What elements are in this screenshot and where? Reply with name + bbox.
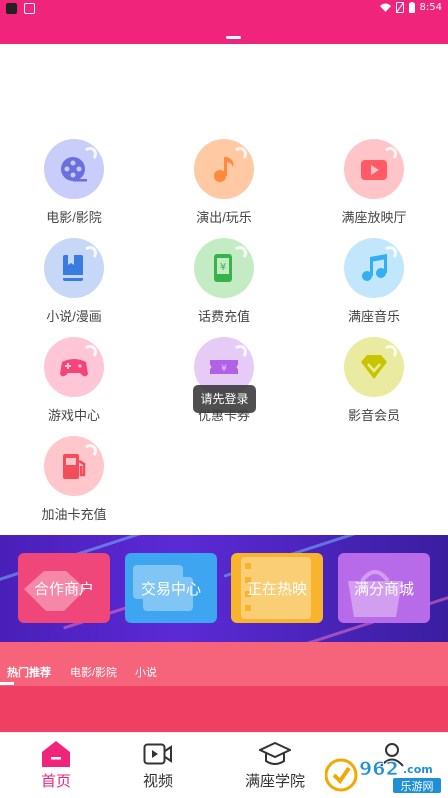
nav-label: 首页 [40,773,71,790]
category-label: 游戏中心 [47,408,100,423]
home-icon [42,741,70,767]
svg-text:.com: .com [403,763,433,776]
film-reel-icon [44,139,104,199]
video-icon [143,743,172,765]
tab-novel[interactable]: 小说 [135,664,157,680]
book-icon [44,238,104,298]
trading-center-tile[interactable]: 交易中心 [125,553,217,623]
nav-academy[interactable]: 满座学院 [219,738,331,791]
now-showing-tile[interactable]: 正在热映 [231,553,323,623]
category-item-novel[interactable]: 小说/漫画 [14,238,134,325]
active-tab-indicator [0,682,14,685]
category-item-screening-hall[interactable]: 满座放映厅 [314,139,434,226]
status-bar: 8:54 [0,0,448,17]
category-label: 加油卡充值 [41,507,107,522]
notification-icon [24,3,35,14]
content-tabs: 热门推荐 电影/影院 小说 [0,642,448,686]
tile-label: 交易中心 [140,580,201,598]
wifi-icon [379,3,391,12]
merchant-partner-tile[interactable]: 合作商户 [18,553,110,623]
points-mall-tile[interactable]: 满分商城 [338,553,430,623]
graduation-cap-icon [259,741,291,765]
music-note-icon [194,139,254,199]
site-watermark-logo: 962 .com 乐游网 [325,758,441,793]
battery-icon [408,2,415,13]
no-sim-icon [395,2,404,13]
category-label: 影音会员 [347,408,400,423]
watermark-subtext: 乐游网 [401,780,434,793]
category-item-av-member[interactable]: 影音会员 [314,337,434,424]
category-label: 小说/漫画 [46,309,102,324]
tile-label: 满分商城 [353,580,414,598]
tile-label: 合作商户 [33,580,94,598]
tile-label: 正在热映 [246,580,307,598]
nav-label: 视频 [142,773,173,790]
login-toast: 请先登录 [193,385,256,413]
status-time: 8:54 [419,2,442,13]
category-label: 电影/影院 [46,210,102,225]
category-item-games[interactable]: 游戏中心 [14,337,134,424]
category-item-fuel-card[interactable]: 加油卡充值 [14,436,134,523]
svg-text:¥: ¥ [220,262,226,273]
tab-hot-recommend[interactable]: 热门推荐 [7,664,51,680]
nav-label: 满座学院 [244,773,305,790]
gamepad-icon [44,337,104,397]
svg-text:¥: ¥ [221,364,227,374]
nav-video[interactable]: 视频 [102,738,214,791]
pull-handle[interactable] [226,36,241,39]
fuel-pump-icon [44,436,104,496]
video-camera-icon [344,139,404,199]
app-notification-icon [6,3,17,14]
nav-home[interactable]: 首页 [0,738,112,791]
phone-yuan-icon: ¥ [194,238,254,298]
feature-banner: 合作商户 交易中心 正在热映 满分商城 [0,535,448,642]
category-label: 演出/玩乐 [196,210,252,225]
category-item-music[interactable]: 满座音乐 [314,238,434,325]
top-header [0,17,448,44]
tab-movie[interactable]: 电影/影院 [70,664,117,680]
category-label: 满座放映厅 [341,210,407,225]
category-item-movie[interactable]: 电影/影院 [14,139,134,226]
diamond-icon [344,337,404,397]
category-label: 话费充值 [197,309,250,324]
music-notes-icon [344,238,404,298]
category-label: 满座音乐 [347,309,400,324]
category-item-phone-recharge[interactable]: ¥ 话费充值 [164,238,284,325]
svg-text:962: 962 [359,758,399,780]
category-item-show[interactable]: 演出/玩乐 [164,139,284,226]
